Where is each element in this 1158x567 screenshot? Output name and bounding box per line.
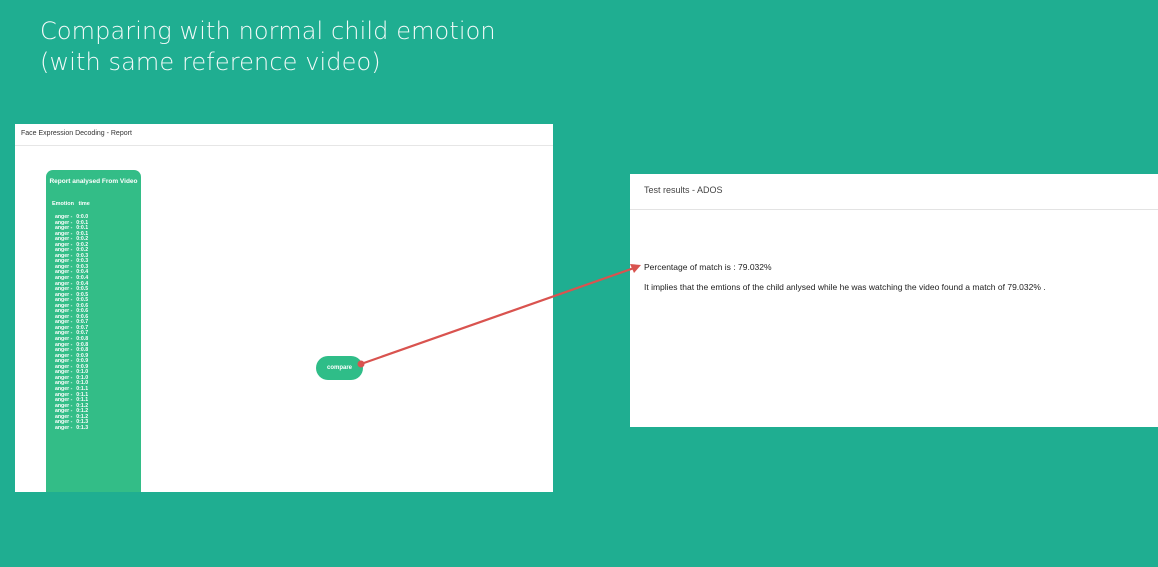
match-percentage-text: Percentage of match is : 79.032% <box>644 262 772 272</box>
slide-title: Comparing with normal child emotion (wit… <box>40 16 640 78</box>
slide-title-line1: Comparing with normal child emotion <box>40 17 496 45</box>
compare-button[interactable]: compare <box>316 356 363 380</box>
results-window-title: Test results - ADOS <box>630 174 1158 210</box>
emotion-label: anger - <box>55 424 73 431</box>
panel-title: Report analysed From Video <box>49 178 138 185</box>
emotion-report-panel: Report analysed From Video Emotion time … <box>46 170 141 492</box>
implication-text: It implies that the emtions of the child… <box>644 282 1046 292</box>
report-window-title: Face Expression Decoding - Report <box>15 124 553 146</box>
slide-title-line2: (with same reference video) <box>40 48 381 76</box>
emotion-time: 0:1.3 <box>76 424 89 431</box>
results-screenshot: Test results - ADOS Percentage of match … <box>630 174 1158 427</box>
emotion-row: anger -0:1.3 <box>55 424 141 432</box>
column-emotion: Emotion <box>52 201 74 207</box>
column-time: time <box>78 201 90 207</box>
panel-column-headers: Emotion time <box>52 201 141 207</box>
report-screenshot: Face Expression Decoding - Report Report… <box>15 124 553 492</box>
emotion-list: anger -0:0.0 anger -0:0.1 anger -0:0.1 ange… <box>55 214 141 432</box>
